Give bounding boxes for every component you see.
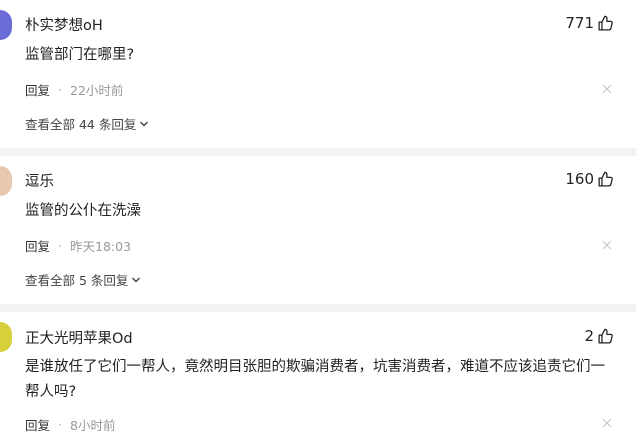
comment-meta: 回复 · 22小时前 [25, 80, 123, 99]
comment-meta: 回复 · 昨天18:03 [25, 236, 131, 255]
view-all-replies-button[interactable]: 查看全部 5 条回复 [25, 270, 141, 289]
avatar[interactable] [0, 322, 12, 352]
reply-button[interactable]: 回复 [25, 236, 50, 255]
comment-meta: 回复 · 8小时前 [25, 415, 115, 434]
separator-dot: · [58, 82, 62, 97]
reply-button[interactable]: 回复 [25, 80, 50, 99]
avatar[interactable] [0, 166, 12, 196]
chevron-down-icon [140, 121, 149, 126]
separator-dot: · [58, 238, 62, 253]
like-count: 160 [565, 170, 594, 188]
close-icon[interactable] [602, 240, 612, 250]
comment-time: 8小时前 [70, 418, 116, 433]
reply-button[interactable]: 回复 [25, 415, 50, 434]
like-button[interactable]: 160 [565, 170, 614, 188]
view-replies-label: 查看全部 5 条回复 [25, 273, 129, 288]
separator-dot: · [58, 417, 62, 432]
divider [0, 304, 636, 312]
like-button[interactable]: 2 [584, 327, 614, 345]
like-count: 771 [565, 14, 594, 32]
divider [0, 148, 636, 156]
thumbs-up-icon [598, 15, 613, 31]
like-button[interactable]: 771 [565, 14, 614, 32]
comment-text: 是谁放任了它们一帮人，竟然明目张胆的欺骗消费者，坑害消费者，难道不应该追责它们一… [25, 359, 605, 400]
like-count: 2 [584, 327, 594, 345]
comment-username[interactable]: 逗乐 [25, 170, 54, 191]
close-icon[interactable] [602, 418, 612, 428]
avatar[interactable] [0, 10, 12, 40]
comment-time: 22小时前 [70, 83, 124, 98]
comment-time: 昨天18:03 [70, 239, 132, 254]
view-replies-label: 查看全部 44 条回复 [25, 117, 137, 132]
comment-text: 监管部门在哪里? [25, 47, 135, 63]
chevron-down-icon [132, 277, 141, 282]
thumbs-up-icon [598, 171, 613, 187]
comment-text: 监管的公仆在洗澡 [25, 203, 141, 219]
close-icon[interactable] [602, 84, 612, 94]
comment-username[interactable]: 正大光明苹果Od [25, 327, 133, 348]
thumbs-up-icon [598, 328, 613, 344]
view-all-replies-button[interactable]: 查看全部 44 条回复 [25, 114, 149, 133]
comment-username[interactable]: 朴实梦想oH [25, 14, 103, 35]
